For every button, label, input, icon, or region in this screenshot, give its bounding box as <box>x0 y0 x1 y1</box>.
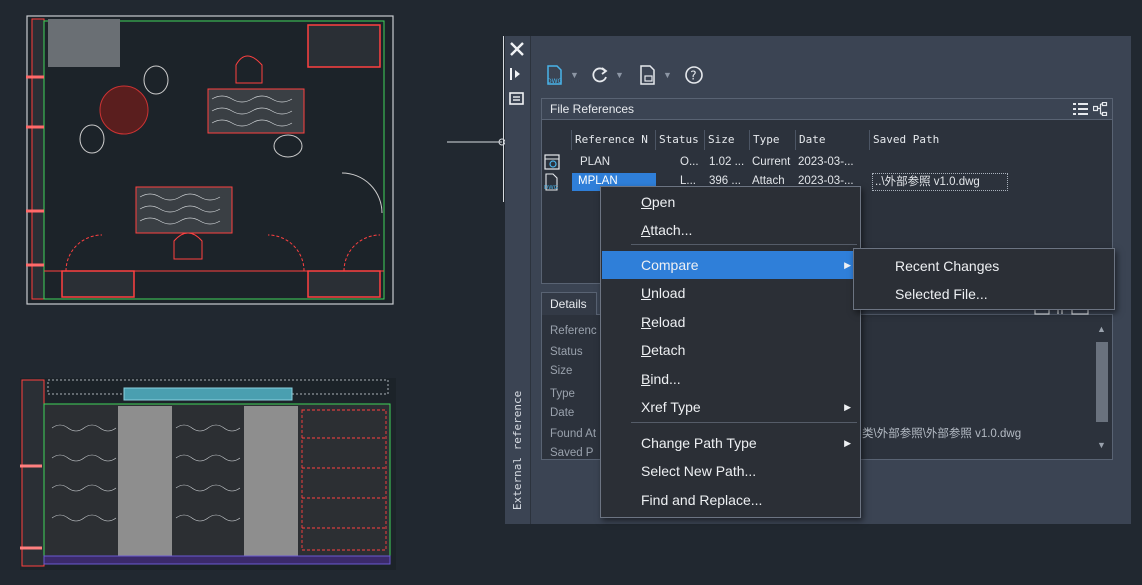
palette-title: External reference <box>505 360 530 510</box>
menu-item-label: Detach <box>641 342 686 358</box>
scroll-down-icon[interactable]: ▼ <box>1097 440 1106 450</box>
detail-label-found-at: Found At <box>550 428 597 440</box>
detail-label-date: Date <box>550 407 575 419</box>
svg-text:DWG: DWG <box>544 185 558 191</box>
list-view-icon[interactable] <box>1073 102 1088 116</box>
help-icon[interactable]: ? <box>684 65 704 85</box>
file-references-label: File References <box>550 102 635 116</box>
menu-item-compare[interactable]: Compare ▶ <box>602 251 859 279</box>
file-references-header: File References <box>541 98 1113 120</box>
drawing-root-icon <box>544 154 560 170</box>
scroll-thumb[interactable] <box>1096 342 1108 422</box>
change-path-icon[interactable] <box>637 64 659 86</box>
menu-item-label: Find and Replace... <box>641 492 763 508</box>
properties-icon[interactable] <box>509 92 524 105</box>
menu-separator <box>631 244 857 245</box>
menu-item-bind[interactable]: Bind... <box>602 365 859 393</box>
change-path-dropdown-icon[interactable]: ▼ <box>663 70 672 80</box>
menu-item-detach[interactable]: Detach <box>602 336 859 364</box>
menu-item-label: Reload <box>641 314 686 330</box>
detail-label-reference: Referenc <box>550 325 597 337</box>
dwg-file-icon: DWG <box>543 173 561 191</box>
submenu-item-recent-changes[interactable]: Recent Changes <box>855 252 1113 280</box>
menu-item-label: Unload <box>641 285 686 301</box>
column-header-status[interactable]: Status <box>656 130 705 150</box>
detail-label-saved-path: Saved P <box>550 447 594 459</box>
details-tab[interactable]: Details <box>541 292 597 315</box>
column-header-date[interactable]: Date <box>796 130 870 150</box>
detail-label-type: Type <box>550 388 575 400</box>
menu-item-label: Bind... <box>641 371 681 387</box>
attach-dropdown-icon[interactable]: ▼ <box>570 70 579 80</box>
cad-elevation <box>20 378 396 570</box>
column-header-icon <box>542 130 572 150</box>
menu-separator <box>631 422 857 423</box>
palette-left-edge <box>503 36 504 202</box>
row-status: O... <box>680 156 699 168</box>
details-scrollbar[interactable]: ▲ ▼ <box>1093 322 1111 457</box>
refresh-dropdown-icon[interactable]: ▼ <box>615 70 624 80</box>
menu-item-change-path-type[interactable]: Change Path Type ▶ <box>602 429 859 457</box>
detail-label-size: Size <box>550 365 573 377</box>
menu-item-label: Open <box>641 194 676 210</box>
submenu-arrow-icon: ▶ <box>844 260 851 270</box>
leader-line <box>447 138 506 146</box>
menu-item-label: Compare <box>641 257 699 273</box>
row-type: Current <box>752 156 791 168</box>
menu-item-reload[interactable]: Reload <box>602 308 859 336</box>
menu-item-label: Change Path Type <box>641 435 757 451</box>
compare-submenu: Recent Changes Selected File... <box>853 248 1115 310</box>
row-saved-path: ..\外部参照 v1.0.dwg <box>872 173 1008 191</box>
column-header-saved-path[interactable]: Saved Path <box>870 130 1112 150</box>
column-header-type[interactable]: Type <box>750 130 796 150</box>
detail-found-at-value: 类\外部参照\外部参照 v1.0.dwg <box>862 428 1022 440</box>
row-name: PLAN <box>580 156 611 168</box>
submenu-arrow-icon: ▶ <box>844 402 851 412</box>
menu-item-find-and-replace[interactable]: Find and Replace... <box>602 486 859 514</box>
menu-item-open[interactable]: Open <box>602 188 859 216</box>
refresh-icon[interactable] <box>590 65 610 85</box>
menu-item-label: Select New Path... <box>641 463 757 479</box>
menu-item-attach[interactable]: Attach... <box>602 216 859 244</box>
context-menu: Open Attach... Compare ▶ Unload Reload Detach B… <box>600 186 861 518</box>
svg-text:DWG: DWG <box>547 78 563 85</box>
submenu-item-selected-file[interactable]: Selected File... <box>855 280 1113 308</box>
menu-item-label: Attach... <box>641 222 693 238</box>
row-size: 1.02 ... <box>709 156 745 168</box>
cad-floor-plan <box>26 15 394 305</box>
menu-item-label: Xref Type <box>641 399 701 415</box>
svg-text:?: ? <box>690 69 696 83</box>
row-date: 2023-03-... <box>798 156 854 168</box>
detail-label-status: Status <box>550 346 583 358</box>
column-header-size[interactable]: Size <box>705 130 750 150</box>
attach-dwg-icon[interactable]: DWG <box>544 64 566 86</box>
submenu-arrow-icon: ▶ <box>844 438 851 448</box>
palette-title-text: External reference <box>511 390 524 510</box>
tree-view-icon[interactable] <box>1093 102 1108 116</box>
menu-item-select-new-path[interactable]: Select New Path... <box>602 457 859 485</box>
scroll-up-icon[interactable]: ▲ <box>1097 324 1106 334</box>
close-icon[interactable] <box>508 40 526 58</box>
menu-item-xref-type[interactable]: Xref Type ▶ <box>602 393 859 421</box>
column-header-reference-name[interactable]: Reference N <box>572 130 656 150</box>
menu-item-unload[interactable]: Unload <box>602 279 859 307</box>
auto-hide-icon[interactable] <box>509 67 525 81</box>
